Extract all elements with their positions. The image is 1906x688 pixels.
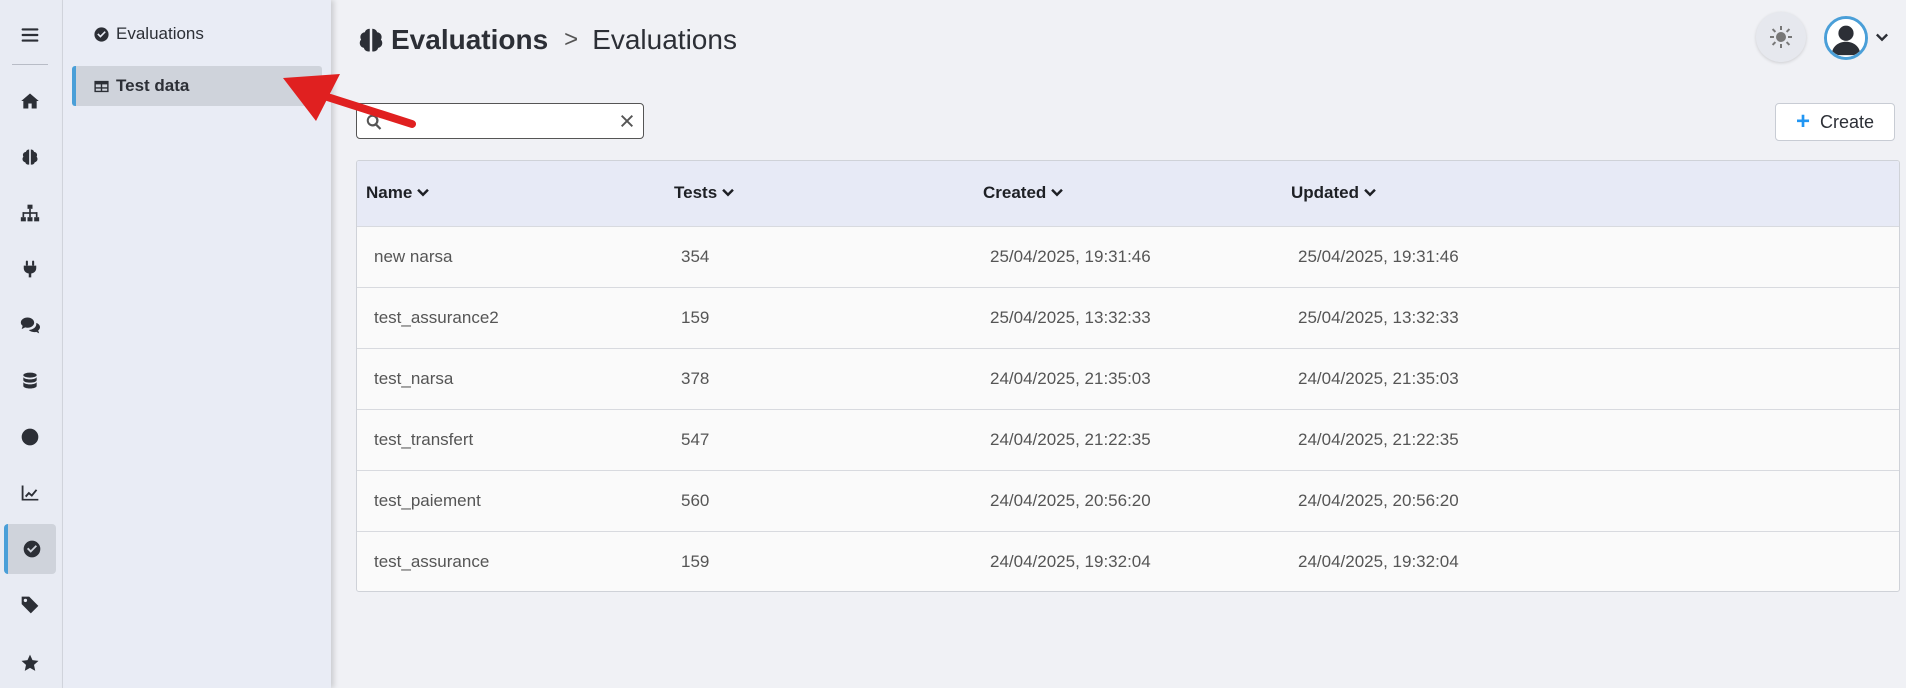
cell-updated: 25/04/2025, 19:31:46 bbox=[1298, 247, 1459, 266]
cell-name: test_narsa bbox=[374, 369, 454, 388]
rail-divider bbox=[12, 64, 48, 65]
search-box bbox=[356, 103, 644, 139]
cell-name: test_paiement bbox=[374, 491, 481, 510]
sun-icon bbox=[1770, 26, 1792, 48]
hamburger-menu-icon[interactable] bbox=[4, 10, 56, 60]
chevron-down-icon bbox=[1364, 188, 1376, 197]
cell-tests: 547 bbox=[681, 430, 710, 449]
table-icon bbox=[92, 77, 110, 95]
user-icon bbox=[1827, 19, 1865, 57]
breadcrumb: Evaluations > Evaluations bbox=[355, 24, 737, 56]
chevron-down-icon bbox=[722, 188, 734, 197]
column-header-label: Name bbox=[366, 183, 413, 202]
chart-line-icon[interactable] bbox=[4, 468, 56, 518]
table-row[interactable]: test_transfert 547 24/04/2025, 21:22:35 … bbox=[357, 409, 1899, 470]
table-header: Name Tests Created Updated bbox=[357, 161, 1899, 226]
theme-toggle-button[interactable] bbox=[1756, 12, 1806, 62]
cell-tests: 159 bbox=[681, 552, 710, 571]
sitemap-icon[interactable] bbox=[4, 188, 56, 238]
page-title: Evaluations bbox=[592, 24, 737, 55]
column-header-updated[interactable]: Updated bbox=[1291, 183, 1377, 203]
brain-icon[interactable] bbox=[4, 132, 56, 182]
cell-updated: 24/04/2025, 21:22:35 bbox=[1298, 430, 1459, 449]
plus-icon: + bbox=[1795, 108, 1810, 135]
home-icon[interactable] bbox=[4, 76, 56, 126]
column-header-label: Created bbox=[983, 183, 1047, 202]
section-sidebar: Evaluations Test data bbox=[63, 0, 331, 688]
subnav-item-evaluations[interactable]: Evaluations bbox=[72, 14, 380, 54]
check-circle-icon bbox=[92, 25, 110, 43]
column-header-name[interactable]: Name bbox=[366, 183, 430, 203]
database-icon[interactable] bbox=[4, 356, 56, 406]
create-button-label: Create bbox=[1819, 111, 1875, 132]
cell-updated: 24/04/2025, 19:32:04 bbox=[1298, 552, 1459, 571]
subnav-item-test-data[interactable]: Test data bbox=[72, 66, 322, 106]
create-button[interactable]: + Create bbox=[1775, 103, 1895, 141]
column-header-tests[interactable]: Tests bbox=[674, 183, 735, 203]
cell-tests: 560 bbox=[681, 491, 710, 510]
icon-rail bbox=[0, 0, 63, 688]
cell-name: new narsa bbox=[374, 247, 453, 266]
cell-tests: 159 bbox=[681, 308, 710, 327]
star-icon[interactable] bbox=[4, 638, 56, 688]
plug-icon[interactable] bbox=[4, 244, 56, 294]
table-row[interactable]: test_paiement 560 24/04/2025, 20:56:20 2… bbox=[357, 470, 1899, 531]
breadcrumb-root-link[interactable]: Evaluations bbox=[391, 24, 548, 56]
column-header-label: Tests bbox=[674, 183, 718, 202]
cell-created: 24/04/2025, 19:32:04 bbox=[990, 552, 1151, 571]
chevron-down-icon bbox=[417, 188, 430, 197]
brain-icon bbox=[355, 25, 387, 55]
test-data-table: Name Tests Created Updated new narsa 354… bbox=[356, 160, 1900, 592]
cell-created: 24/04/2025, 20:56:20 bbox=[990, 491, 1151, 510]
column-header-created[interactable]: Created bbox=[983, 183, 1064, 203]
user-avatar[interactable] bbox=[1824, 16, 1868, 60]
table-row[interactable]: test_narsa 378 24/04/2025, 21:35:03 24/0… bbox=[357, 348, 1899, 409]
cell-name: test_assurance2 bbox=[374, 308, 499, 327]
subnav-item-label: Evaluations bbox=[116, 24, 204, 43]
check-circle-icon[interactable] bbox=[4, 524, 56, 574]
cell-updated: 24/04/2025, 21:35:03 bbox=[1298, 369, 1459, 388]
cell-created: 24/04/2025, 21:22:35 bbox=[990, 430, 1151, 449]
table-row[interactable]: new narsa 354 25/04/2025, 19:31:46 25/04… bbox=[357, 226, 1899, 287]
subnav-item-label: Test data bbox=[116, 76, 190, 95]
clock-icon[interactable] bbox=[4, 412, 56, 462]
cell-name: test_transfert bbox=[374, 430, 474, 449]
chat-icon[interactable] bbox=[4, 300, 56, 350]
cell-tests: 378 bbox=[681, 369, 710, 388]
column-header-label: Updated bbox=[1291, 183, 1359, 202]
chevron-down-icon bbox=[1051, 188, 1064, 197]
cell-tests: 354 bbox=[681, 247, 710, 266]
cell-created: 25/04/2025, 19:31:46 bbox=[990, 247, 1151, 266]
cell-updated: 24/04/2025, 20:56:20 bbox=[1298, 491, 1459, 510]
cell-updated: 25/04/2025, 13:32:33 bbox=[1298, 308, 1459, 327]
breadcrumb-separator: > bbox=[564, 26, 579, 53]
cell-created: 25/04/2025, 13:32:33 bbox=[990, 308, 1151, 327]
chevron-down-icon[interactable] bbox=[1874, 30, 1890, 46]
search-icon bbox=[365, 113, 383, 131]
table-row[interactable]: test_assurance 159 24/04/2025, 19:32:04 … bbox=[357, 531, 1899, 591]
table-row[interactable]: test_assurance2 159 25/04/2025, 13:32:33… bbox=[357, 287, 1899, 348]
cell-created: 24/04/2025, 21:35:03 bbox=[990, 369, 1151, 388]
search-input[interactable] bbox=[387, 110, 607, 134]
clear-search-icon[interactable] bbox=[619, 113, 637, 131]
tag-icon[interactable] bbox=[4, 580, 56, 630]
cell-name: test_assurance bbox=[374, 552, 490, 571]
